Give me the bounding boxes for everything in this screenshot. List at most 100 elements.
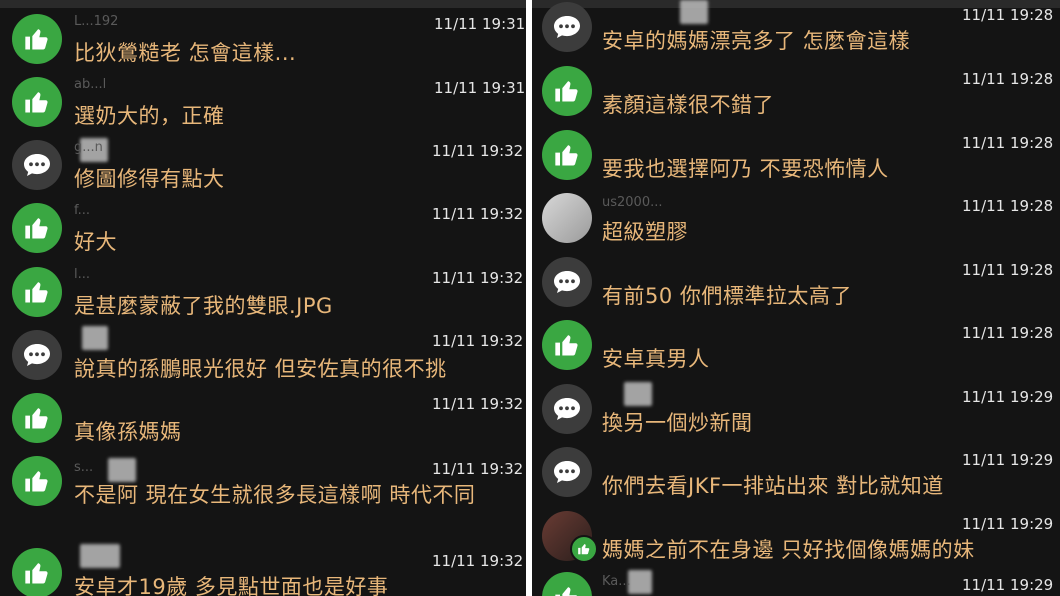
thumbs-up-icon <box>555 335 578 356</box>
comment-icon[interactable] <box>12 330 62 380</box>
comment-row: 11/11 19:28 安卓真男人 <box>532 318 1060 378</box>
comment-text: 換另一個炒新聞 <box>602 411 753 435</box>
thumbs-up-icon <box>25 471 48 492</box>
comment-row: 11/11 19:29 媽媽之前不在身邊 只好找個像媽媽的妹 <box>532 509 1060 569</box>
user-name: l... <box>74 267 91 282</box>
comment-timestamp: 11/11 19:32 <box>432 205 524 223</box>
comment-icon[interactable] <box>542 447 592 497</box>
like-icon[interactable] <box>542 66 592 116</box>
comment-timestamp: 11/11 19:28 <box>962 134 1054 152</box>
comment-text: 要我也選擇阿乃 不要恐怖情人 <box>602 157 889 181</box>
user-name: g...n <box>74 140 103 155</box>
user-name: us2000... <box>602 195 663 210</box>
like-icon[interactable] <box>542 130 592 180</box>
like-icon[interactable] <box>12 456 62 506</box>
redacted-name <box>680 0 708 24</box>
comment-text: 說真的孫鵬眼光很好 但安佐真的很不挑 <box>74 357 447 381</box>
user-photo-avatar[interactable] <box>542 193 592 243</box>
user-name: L...192 <box>74 14 119 29</box>
comment-feed-left[interactable]: L...192 11/11 19:31 比狄鶯糙老 怎會這樣... ab...l… <box>0 0 526 596</box>
comment-row: Ka... 11/11 19:29 <box>532 570 1060 596</box>
comment-row: 11/11 19:29 換另一個炒新聞 <box>532 382 1060 442</box>
like-icon[interactable] <box>12 77 62 127</box>
comment-text: 選奶大的，正確 <box>74 104 225 128</box>
comment-feed-right[interactable]: 11/11 19:28 安卓的媽媽漂亮多了 怎麼會這樣 11/11 19:28 … <box>532 0 1060 596</box>
comment-row: f... 11/11 19:32 好大 <box>0 199 526 259</box>
comment-text: 不是阿 現在女生就很多長這樣啊 時代不同 <box>74 483 476 507</box>
like-icon[interactable] <box>12 203 62 253</box>
comment-row: g...n 11/11 19:32 修圖修得有點大 <box>0 136 526 196</box>
top-strip <box>0 0 526 8</box>
comment-timestamp: 11/11 19:29 <box>962 388 1054 406</box>
comment-row: us2000... 11/11 19:28 超級塑膠 <box>532 191 1060 251</box>
redacted-name <box>624 382 652 406</box>
redacted-name <box>628 570 652 594</box>
comment-timestamp: 11/11 19:32 <box>432 142 524 160</box>
thumbs-up-icon <box>25 218 48 239</box>
screenshot-composite: L...192 11/11 19:31 比狄鶯糙老 怎會這樣... ab...l… <box>0 0 1060 596</box>
thumbs-up-icon <box>555 587 578 596</box>
comment-timestamp: 11/11 19:32 <box>432 332 524 350</box>
comment-row: 11/11 19:28 有前50 你們標準拉太高了 <box>532 255 1060 315</box>
comment-timestamp: 11/11 19:28 <box>962 70 1054 88</box>
like-icon[interactable] <box>542 572 592 596</box>
comment-text: 好大 <box>74 230 117 254</box>
user-name: ab...l <box>74 77 107 92</box>
user-photo-avatar[interactable] <box>542 511 598 563</box>
like-icon[interactable] <box>12 548 62 596</box>
speech-bubble-icon <box>554 16 580 38</box>
comment-text: 比狄鶯糙老 怎會這樣... <box>74 41 297 65</box>
speech-bubble-icon <box>554 398 580 420</box>
comment-timestamp: 11/11 19:32 <box>432 460 524 478</box>
thumbs-up-icon <box>578 544 590 555</box>
comment-timestamp: 11/11 19:29 <box>962 515 1054 533</box>
redacted-name <box>82 326 108 350</box>
comment-row: L...192 11/11 19:31 比狄鶯糙老 怎會這樣... <box>0 10 526 70</box>
like-icon[interactable] <box>12 393 62 443</box>
comment-timestamp: 11/11 19:29 <box>962 576 1054 594</box>
comment-icon[interactable] <box>542 257 592 307</box>
speech-bubble-icon <box>554 461 580 483</box>
comment-text: 素顏這樣很不錯了 <box>602 93 774 117</box>
like-badge-icon <box>570 535 598 563</box>
thumbs-up-icon <box>25 408 48 429</box>
like-icon[interactable] <box>12 14 62 64</box>
comment-icon[interactable] <box>542 384 592 434</box>
like-icon[interactable] <box>542 320 592 370</box>
user-name: Ka... <box>602 574 631 589</box>
comment-text: 有前50 你們標準拉太高了 <box>602 284 852 308</box>
comment-row: 11/11 19:32 安卓才19歲 多見點世面也是好事 <box>0 544 526 596</box>
comment-icon[interactable] <box>542 2 592 52</box>
comment-timestamp: 11/11 19:32 <box>432 552 524 570</box>
comment-text: 你們去看JKF一排站出來 對比就知道 <box>602 474 944 498</box>
comment-timestamp: 11/11 19:28 <box>962 261 1054 279</box>
comment-timestamp: 11/11 19:29 <box>962 451 1054 469</box>
redacted-name <box>108 458 136 482</box>
thumbs-up-icon <box>555 81 578 102</box>
comment-text: 真像孫媽媽 <box>74 420 182 444</box>
comment-row: 11/11 19:28 要我也選擇阿乃 不要恐怖情人 <box>532 128 1060 188</box>
thumbs-up-icon <box>25 563 48 584</box>
comment-row: s... 11/11 19:32 不是阿 現在女生就很多長這樣啊 時代不同 <box>0 452 526 542</box>
comment-timestamp: 11/11 19:28 <box>962 324 1054 342</box>
like-icon[interactable] <box>12 267 62 317</box>
comment-row: 11/11 19:28 安卓的媽媽漂亮多了 怎麼會這樣 <box>532 0 1060 60</box>
comment-text: 媽媽之前不在身邊 只好找個像媽媽的妹 <box>602 538 975 562</box>
comment-row: l... 11/11 19:32 是甚麼蒙蔽了我的雙眼.JPG <box>0 263 526 323</box>
redacted-name <box>80 544 120 568</box>
user-name: s... <box>74 460 94 475</box>
comment-row: 11/11 19:32 真像孫媽媽 <box>0 389 526 449</box>
comment-text: 修圖修得有點大 <box>74 167 225 191</box>
comment-timestamp: 11/11 19:28 <box>962 197 1054 215</box>
comment-timestamp: 11/11 19:31 <box>434 79 526 97</box>
comment-row: ab...l 11/11 19:31 選奶大的，正確 <box>0 73 526 133</box>
comment-row: 11/11 19:28 素顏這樣很不錯了 <box>532 64 1060 124</box>
comment-timestamp: 11/11 19:28 <box>962 6 1054 24</box>
thumbs-up-icon <box>25 29 48 50</box>
thumbs-up-icon <box>25 92 48 113</box>
comment-timestamp: 11/11 19:32 <box>432 395 524 413</box>
comment-text: 安卓的媽媽漂亮多了 怎麼會這樣 <box>602 29 911 53</box>
comment-row: 11/11 19:29 你們去看JKF一排站出來 對比就知道 <box>532 445 1060 505</box>
comment-icon[interactable] <box>12 140 62 190</box>
comment-timestamp: 11/11 19:31 <box>434 15 526 33</box>
